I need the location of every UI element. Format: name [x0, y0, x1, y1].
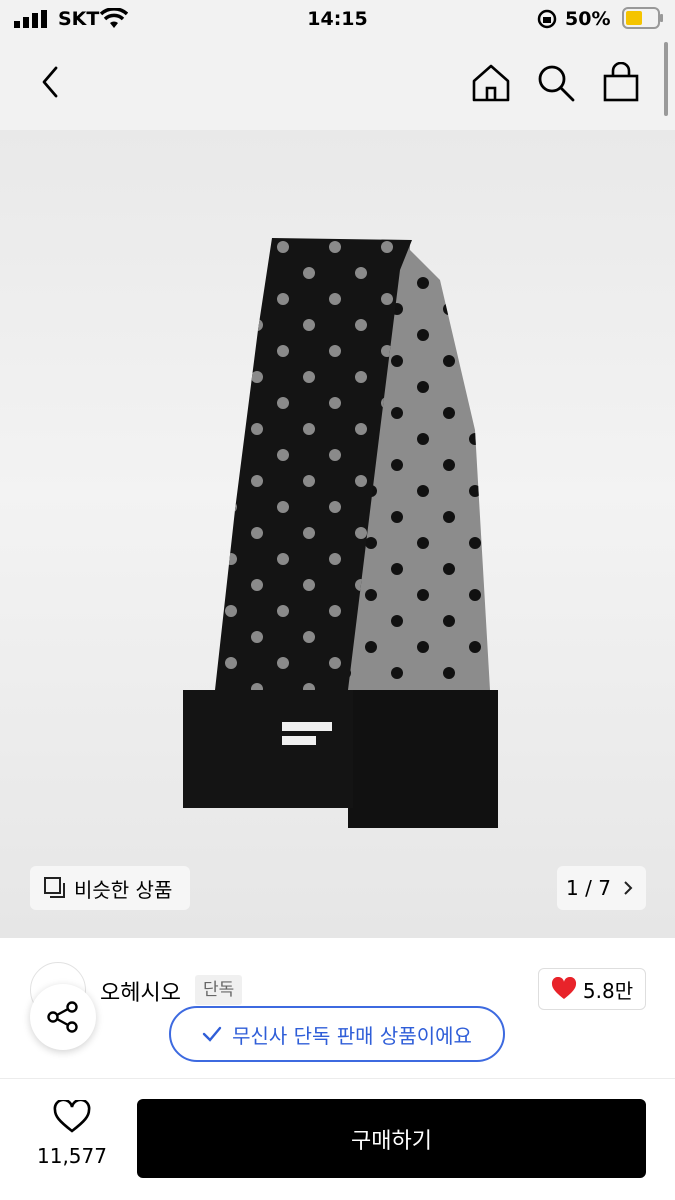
battery-percent: 50%	[565, 8, 611, 30]
similar-icon	[44, 877, 65, 898]
page-indicator: 1 / 7	[566, 876, 611, 900]
product-image-carousel[interactable]	[0, 130, 675, 938]
back-icon[interactable]	[36, 64, 64, 100]
search-icon[interactable]	[536, 63, 576, 103]
heart-outline-icon	[53, 1098, 91, 1133]
top-nav	[0, 38, 675, 130]
exclusive-toast-text: 무신사 단독 판매 상품이에요	[232, 1023, 472, 1048]
wishlist-button[interactable]: 11,577	[30, 1098, 114, 1176]
exclusive-badge: 단독	[195, 975, 243, 1005]
exclusive-toast: 무신사 단독 판매 상품이에요	[169, 1006, 505, 1062]
orientation-lock-icon	[537, 9, 557, 29]
similar-products-label: 비슷한 상품	[74, 877, 173, 902]
status-bar: SKT 14:15 50%	[0, 0, 675, 38]
battery-icon	[622, 7, 663, 29]
share-button[interactable]	[30, 984, 96, 1050]
heart-filled-icon	[551, 977, 576, 999]
cart-icon[interactable]	[602, 62, 640, 102]
brand-name[interactable]: 오헤시오	[100, 975, 181, 1007]
brand-like-button[interactable]: 5.8만	[538, 968, 646, 1010]
chevron-right-icon	[624, 881, 633, 895]
image-pager[interactable]: 1 / 7	[557, 866, 646, 910]
scrollbar[interactable]	[664, 42, 668, 116]
share-icon	[47, 1001, 78, 1033]
wishlist-count: 11,577	[37, 1144, 107, 1168]
home-icon[interactable]	[470, 62, 512, 104]
buy-button[interactable]: 구매하기	[137, 1099, 646, 1178]
check-icon	[202, 1026, 222, 1042]
brand-like-count: 5.8만	[582, 978, 634, 1003]
similar-products-button[interactable]: 비슷한 상품	[30, 866, 190, 910]
scarf-image	[183, 238, 498, 828]
